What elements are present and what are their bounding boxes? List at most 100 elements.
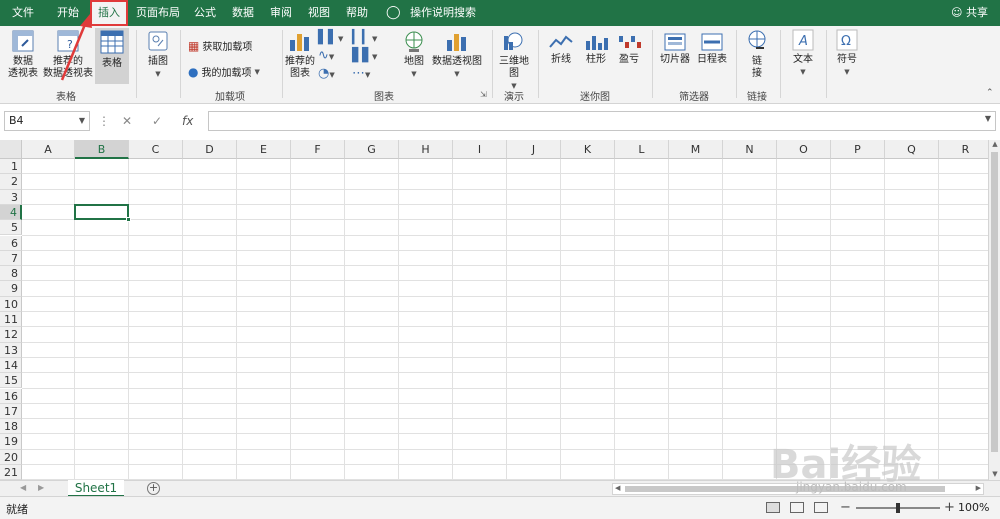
- illustrations-button[interactable]: 插图 ▼: [142, 28, 174, 80]
- get-addins-button[interactable]: ▦ 获取加载项: [188, 38, 252, 54]
- tab-1[interactable]: 开始: [46, 0, 90, 26]
- row-header-2[interactable]: 2: [0, 174, 22, 190]
- collapse-ribbon-icon[interactable]: ⌃: [986, 88, 994, 98]
- add-sheet-button[interactable]: +: [147, 482, 160, 495]
- symbol-button[interactable]: Ω 符号 ▼: [830, 28, 864, 78]
- active-cell[interactable]: [74, 203, 131, 223]
- formula-input[interactable]: ▼: [208, 111, 996, 131]
- column-header-e[interactable]: E: [237, 140, 291, 159]
- table-button[interactable]: 表格: [95, 28, 129, 84]
- scroll-left-icon[interactable]: ◀: [615, 484, 620, 492]
- pie-chart-icon[interactable]: ◔▼: [318, 66, 335, 81]
- row-header-10[interactable]: 10: [0, 296, 22, 312]
- next-sheet-icon[interactable]: ▶: [38, 483, 44, 492]
- hierarchy-chart-icon[interactable]: ▎▎▼: [352, 30, 377, 45]
- column-header-l[interactable]: L: [615, 140, 669, 159]
- row-header-17[interactable]: 17: [0, 403, 22, 420]
- row-header-9[interactable]: 9: [0, 281, 22, 297]
- row-header-14[interactable]: 14: [0, 357, 22, 374]
- vertical-scroll-thumb[interactable]: [991, 152, 998, 452]
- column-header-i[interactable]: I: [453, 140, 507, 159]
- row-header-3[interactable]: 3: [0, 189, 22, 205]
- zoom-out-button[interactable]: −: [840, 500, 851, 515]
- page-break-view-icon[interactable]: [814, 502, 828, 513]
- row-header-15[interactable]: 15: [0, 373, 22, 389]
- recommended-charts-button[interactable]: 推荐的 图表: [284, 28, 316, 80]
- cancel-icon[interactable]: ✕: [122, 112, 132, 130]
- share-button[interactable]: ☺ 共享: [951, 0, 988, 26]
- tab-8[interactable]: 帮助: [340, 0, 374, 26]
- vertical-scrollbar[interactable]: ▲ ▼: [988, 140, 1000, 480]
- tab-2[interactable]: 插入: [90, 0, 128, 26]
- select-all-corner[interactable]: [0, 140, 22, 159]
- row-header-12[interactable]: 12: [0, 327, 22, 343]
- row-header-4[interactable]: 4: [0, 204, 22, 221]
- name-box[interactable]: B4 ▼: [4, 111, 90, 131]
- scroll-down-icon[interactable]: ▼: [989, 470, 1000, 480]
- tab-6[interactable]: 审阅: [264, 0, 298, 26]
- link-button[interactable]: 链 接: [740, 28, 774, 80]
- fill-handle[interactable]: [126, 217, 131, 223]
- pivot-table-button[interactable]: 数据 透视表: [4, 28, 42, 80]
- row-header-7[interactable]: 7: [0, 250, 22, 267]
- tell-me-search[interactable]: ◯ 操作说明搜索: [386, 0, 476, 26]
- tab-3[interactable]: 页面布局: [132, 0, 184, 26]
- normal-view-icon[interactable]: [766, 502, 780, 513]
- scatter-chart-icon[interactable]: ⋯▼: [352, 66, 370, 81]
- zoom-slider-knob[interactable]: [896, 503, 900, 513]
- row-header-11[interactable]: 11: [0, 312, 22, 328]
- sparkline-line-button[interactable]: 折线: [544, 32, 578, 66]
- row-header-5[interactable]: 5: [0, 220, 22, 236]
- zoom-slider[interactable]: [856, 503, 940, 513]
- text-button[interactable]: A 文本 ▼: [786, 28, 820, 78]
- column-header-o[interactable]: O: [777, 140, 831, 159]
- row-header-19[interactable]: 19: [0, 434, 22, 450]
- row-header-1[interactable]: 1: [0, 159, 22, 175]
- column-header-p[interactable]: P: [831, 140, 885, 159]
- dialog-launcher-icon[interactable]: ⇲: [480, 90, 487, 99]
- row-header-16[interactable]: 16: [0, 388, 22, 404]
- column-header-f[interactable]: F: [291, 140, 345, 159]
- 3d-map-button[interactable]: 三维地 图 ▼: [496, 28, 532, 92]
- insert-function-icon[interactable]: fx: [182, 112, 193, 130]
- sparkline-winloss-button[interactable]: 盈亏: [614, 32, 644, 66]
- column-header-c[interactable]: C: [129, 140, 183, 159]
- column-header-d[interactable]: D: [183, 140, 237, 159]
- pivot-chart-button[interactable]: 数据透视图 ▼: [430, 28, 484, 80]
- column-header-j[interactable]: J: [507, 140, 561, 159]
- enter-icon[interactable]: ✓: [152, 112, 162, 130]
- zoom-in-button[interactable]: +: [944, 500, 955, 515]
- recommended-pivot-button[interactable]: ? 推荐的 数据透视表: [42, 28, 94, 80]
- tab-5[interactable]: 数据: [226, 0, 260, 26]
- tab-4[interactable]: 公式: [188, 0, 222, 26]
- row-header-20[interactable]: 20: [0, 449, 22, 465]
- slicer-button[interactable]: 切片器: [656, 32, 694, 66]
- column-header-q[interactable]: Q: [885, 140, 939, 159]
- scroll-up-icon[interactable]: ▲: [989, 140, 1000, 150]
- column-header-h[interactable]: H: [399, 140, 453, 159]
- column-chart-icon[interactable]: ▌▌▼: [318, 30, 343, 45]
- row-header-8[interactable]: 8: [0, 266, 22, 282]
- row-header-21[interactable]: 21: [0, 465, 22, 481]
- tab-7[interactable]: 视图: [302, 0, 336, 26]
- timeline-button[interactable]: 日程表: [694, 32, 730, 66]
- map-chart-button[interactable]: 地图 ▼: [400, 28, 428, 80]
- zoom-percentage[interactable]: 100%: [958, 501, 989, 514]
- column-header-g[interactable]: G: [345, 140, 399, 159]
- sparkline-column-button[interactable]: 柱形: [580, 32, 612, 66]
- statistic-chart-icon[interactable]: ▋▋▼: [352, 48, 377, 63]
- line-chart-icon[interactable]: ∿▼: [318, 48, 334, 63]
- page-layout-view-icon[interactable]: [790, 502, 804, 513]
- prev-sheet-icon[interactable]: ◀: [20, 483, 26, 492]
- column-header-r[interactable]: R: [939, 140, 993, 159]
- row-header-6[interactable]: 6: [0, 235, 22, 251]
- row-header-13[interactable]: 13: [0, 342, 22, 358]
- column-header-b[interactable]: B: [75, 140, 129, 159]
- row-header-18[interactable]: 18: [0, 419, 22, 435]
- my-addins-button[interactable]: ● 我的加载项 ▼: [188, 64, 260, 80]
- scroll-right-icon[interactable]: ▶: [976, 484, 981, 492]
- column-header-n[interactable]: N: [723, 140, 777, 159]
- tab-0[interactable]: 文件: [0, 0, 46, 26]
- column-header-m[interactable]: M: [669, 140, 723, 159]
- column-header-a[interactable]: A: [22, 140, 75, 159]
